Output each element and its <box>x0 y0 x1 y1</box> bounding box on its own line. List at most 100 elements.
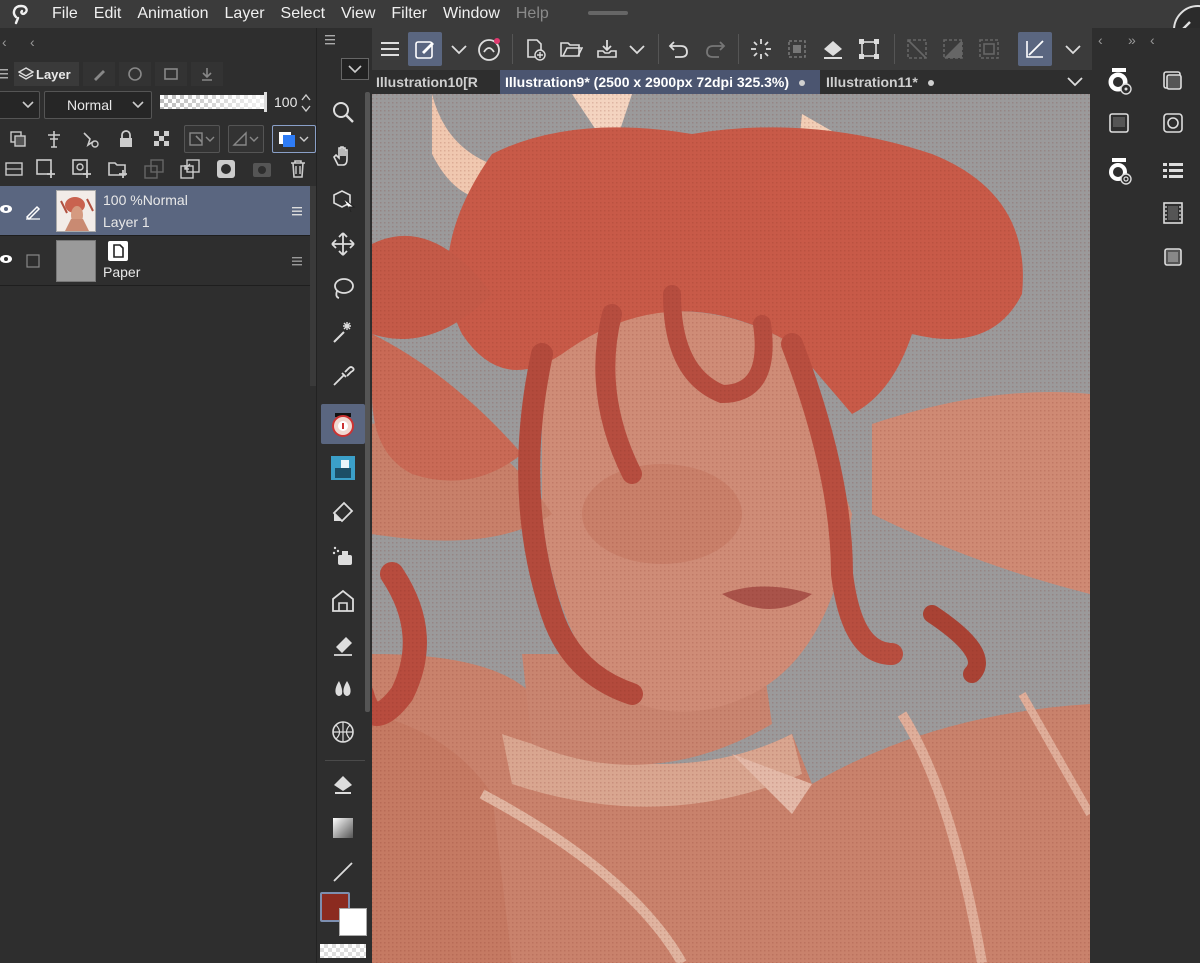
new-file-button[interactable] <box>518 32 552 66</box>
layer-row-paper[interactable]: Paper <box>0 236 310 286</box>
menu-file[interactable]: File <box>44 5 86 23</box>
gradient-tool[interactable] <box>321 808 365 848</box>
fill-tool[interactable] <box>321 764 365 804</box>
menu-icon[interactable] <box>325 34 337 46</box>
pen-icon[interactable] <box>22 200 44 222</box>
blend-mode-select[interactable]: Normal <box>44 91 152 119</box>
companion-button[interactable] <box>472 32 506 66</box>
figure-tool[interactable] <box>321 712 365 752</box>
quick-access-dropdown[interactable] <box>442 32 476 66</box>
drag-handle-icon[interactable] <box>292 256 302 266</box>
redo-button[interactable] <box>698 32 732 66</box>
layer-mask-button[interactable] <box>208 154 244 184</box>
menu-window[interactable]: Window <box>435 5 508 23</box>
new-folder-button[interactable] <box>100 154 136 184</box>
eyedropper-tool[interactable] <box>321 356 365 396</box>
object-tool[interactable] <box>321 180 365 220</box>
drawing-canvas[interactable] <box>372 94 1090 963</box>
layer-color-select[interactable] <box>0 91 40 119</box>
opacity-value[interactable]: 100 <box>274 94 297 110</box>
sub-tool-settings-button[interactable] <box>1102 64 1136 98</box>
layer-color-button[interactable] <box>272 125 316 153</box>
tab-illustration9[interactable]: Illustration9* (2500 x 2900px 72dpi 325.… <box>500 70 820 94</box>
deselect-button[interactable] <box>900 32 934 66</box>
tab-illustration11[interactable]: Illustration11* <box>826 70 946 94</box>
menu-icon[interactable] <box>0 68 10 80</box>
hand-tool[interactable] <box>321 136 365 176</box>
opacity-slider[interactable] <box>160 95 266 109</box>
quick-access-button[interactable] <box>408 32 442 66</box>
undo-button[interactable] <box>662 32 696 66</box>
delete-layer-button[interactable] <box>280 154 316 184</box>
opacity-spinner-icon[interactable] <box>300 92 312 114</box>
panel-list-button[interactable] <box>1156 154 1190 188</box>
lock-layer-button[interactable] <box>108 124 144 154</box>
merge-layers-button[interactable] <box>172 154 208 184</box>
menu-help[interactable]: Help <box>508 5 557 23</box>
apply-mask-button[interactable] <box>244 154 280 184</box>
tab-layer[interactable]: Layer <box>14 62 79 86</box>
reference-layer-button[interactable] <box>36 124 72 154</box>
brush-size-button[interactable] <box>1102 154 1136 188</box>
transfer-to-lower-layer-button[interactable] <box>136 154 172 184</box>
layer-name[interactable]: Paper <box>103 264 140 280</box>
clear-button[interactable] <box>744 32 778 66</box>
tab-list-dropdown[interactable] <box>1066 75 1084 87</box>
menu-edit[interactable]: Edit <box>86 5 130 23</box>
new-raster-layer-button[interactable] <box>28 154 64 184</box>
tool-property-button[interactable] <box>1102 106 1136 140</box>
panel-material-button[interactable] <box>1156 240 1190 274</box>
mask-enable-button[interactable] <box>184 125 220 153</box>
fill-button[interactable] <box>816 32 850 66</box>
decoration-tool[interactable] <box>321 580 365 620</box>
layer-checkbox[interactable] <box>22 250 44 272</box>
pen-tool[interactable] <box>321 404 365 444</box>
brush-tool[interactable] <box>321 492 365 532</box>
transparent-color-swatch[interactable] <box>320 944 366 958</box>
save-dropdown[interactable] <box>620 32 654 66</box>
zoom-tool[interactable] <box>321 92 365 132</box>
line-tool[interactable] <box>321 852 365 892</box>
menu-view[interactable]: View <box>333 5 383 23</box>
snap-dropdown[interactable] <box>1056 32 1090 66</box>
menu-select[interactable]: Select <box>273 5 333 23</box>
lock-transparency-button[interactable] <box>144 124 180 154</box>
open-file-button[interactable] <box>554 32 588 66</box>
drag-handle-icon[interactable] <box>292 206 302 216</box>
opacity-slider-handle[interactable] <box>264 92 267 112</box>
save-button[interactable] <box>590 32 624 66</box>
chevron-double-right-icon[interactable]: » <box>1128 32 1136 48</box>
eraser-tool[interactable] <box>321 624 365 664</box>
pencil-tool[interactable] <box>321 448 365 488</box>
tab-brush-settings[interactable] <box>82 62 115 86</box>
layer-list-toggle-button[interactable] <box>0 154 28 184</box>
invert-selection-button[interactable] <box>936 32 970 66</box>
layer-row-layer-1[interactable]: 100 %Normal Layer 1 <box>0 186 310 236</box>
tab-material[interactable] <box>190 62 223 86</box>
eye-icon[interactable] <box>0 252 16 266</box>
panel-navigator-button[interactable] <box>1156 106 1190 140</box>
menu-drag-handle[interactable] <box>588 11 628 15</box>
blend-tool[interactable] <box>321 668 365 708</box>
layer-name[interactable]: Layer 1 <box>103 214 150 230</box>
lasso-tool[interactable] <box>321 268 365 308</box>
chevron-left-icon[interactable]: ‹ <box>2 34 7 50</box>
main-menu-button[interactable] <box>374 32 408 66</box>
tab-navigator[interactable] <box>118 62 151 86</box>
menu-filter[interactable]: Filter <box>383 5 435 23</box>
ruler-enable-button[interactable] <box>228 125 264 153</box>
menu-layer[interactable]: Layer <box>217 5 273 23</box>
move-tool[interactable] <box>321 224 365 264</box>
sub-color-swatch[interactable] <box>339 908 367 936</box>
show-selection-area-button[interactable] <box>972 32 1006 66</box>
panel-timeline-button[interactable] <box>1156 196 1190 230</box>
chevron-left-icon[interactable]: ‹ <box>1150 32 1155 48</box>
menu-animation[interactable]: Animation <box>129 5 216 23</box>
draft-layer-button[interactable] <box>72 124 108 154</box>
tool-palette-dropdown[interactable] <box>341 58 369 80</box>
clear-outside-selection-button[interactable] <box>780 32 814 66</box>
clip-to-layer-below-button[interactable] <box>0 124 36 154</box>
new-vector-layer-button[interactable] <box>64 154 100 184</box>
chevron-left-icon[interactable]: ‹ <box>1098 32 1103 48</box>
app-logo-icon[interactable] <box>0 0 44 28</box>
